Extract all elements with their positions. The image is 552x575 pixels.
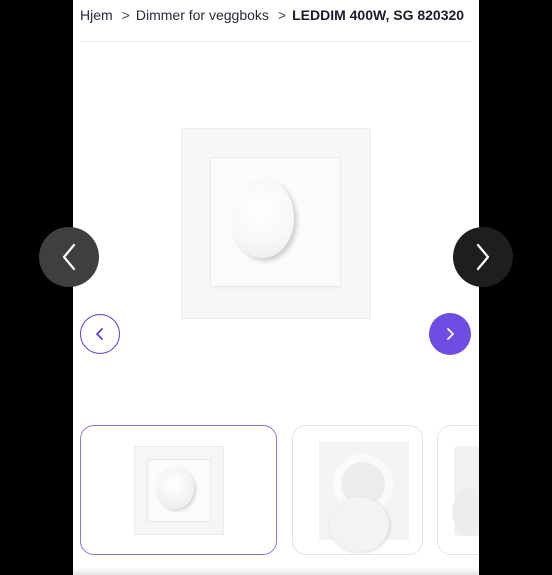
breadcrumb-separator: > (277, 7, 287, 23)
dimmer-knob (231, 178, 294, 258)
product-main-image[interactable] (182, 129, 370, 318)
breadcrumb-item-home[interactable]: Hjem (80, 7, 113, 23)
viewer-prev-button[interactable] (39, 227, 99, 287)
breadcrumb-current: LEDDIM 400W, SG 820320 (292, 7, 465, 23)
product-page: Hjem > Dimmer for veggboks > LEDDIM 400W, SG… (73, 0, 479, 575)
thumbnail-dimmer-side[interactable] (437, 425, 479, 555)
thumbnail-image (319, 442, 409, 552)
chevron-right-icon (476, 243, 490, 271)
chevron-left-icon (96, 328, 103, 340)
viewer-next-button[interactable] (453, 227, 513, 287)
chevron-right-icon (447, 328, 454, 340)
thumbnail-dimmer-parts[interactable] (292, 425, 423, 555)
bottom-edge (73, 567, 479, 575)
divider (80, 41, 472, 42)
breadcrumb: Hjem > Dimmer for veggboks > LEDDIM 400W, SG… (80, 7, 467, 23)
thumbnail-dimmer-front[interactable] (80, 425, 277, 555)
thumbnail-image (135, 447, 223, 534)
chevron-left-icon (62, 243, 76, 271)
gallery-next-button[interactable] (429, 313, 471, 355)
gallery-prev-button[interactable] (80, 314, 120, 354)
breadcrumb-separator: > (121, 7, 130, 23)
breadcrumb-item-category[interactable]: Dimmer for veggboks (136, 7, 269, 23)
